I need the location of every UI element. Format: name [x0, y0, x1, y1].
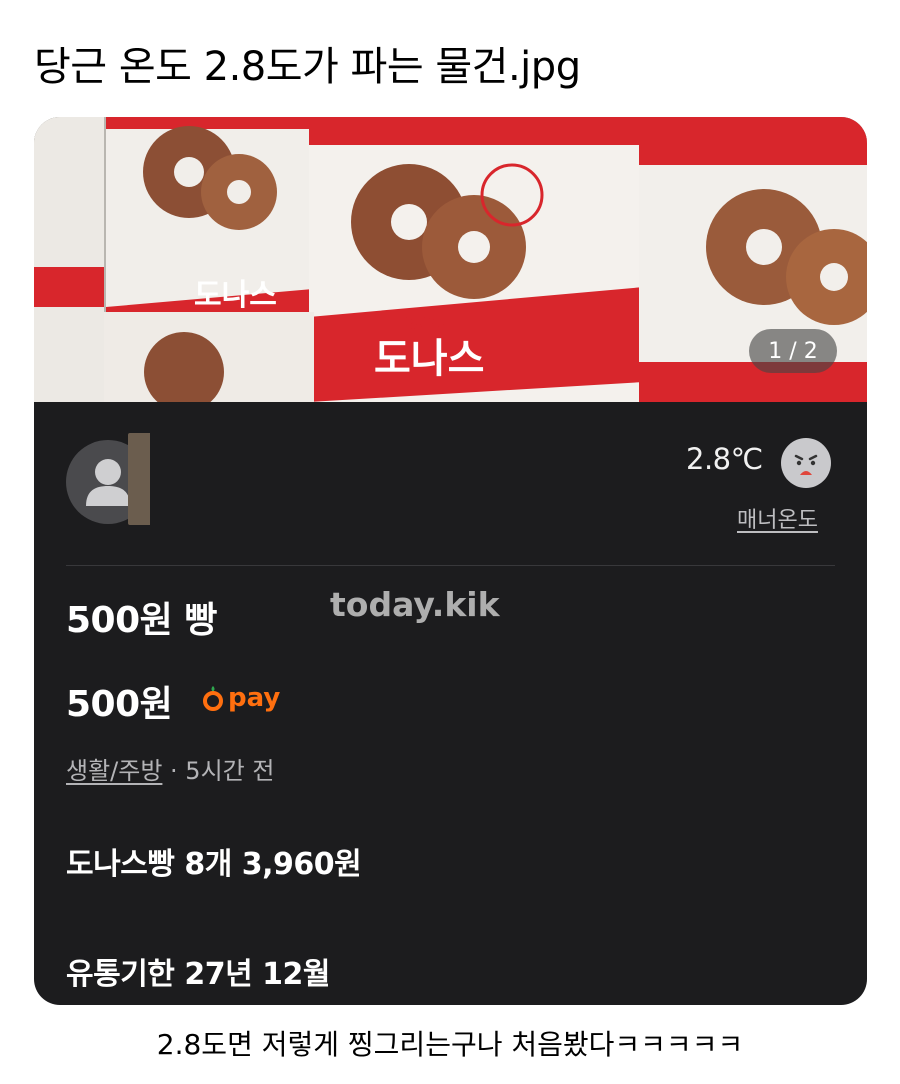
box-label-main: 도나스	[374, 336, 484, 382]
post-caption: 2.8도면 저렇게 찡그리는구나 처음봤다ㅋㅋㅋㅋㅋ	[156, 1028, 744, 1061]
description-line: 도나스빵 8개 3,960원	[66, 847, 362, 882]
pay-badge: pay	[202, 680, 280, 716]
watermark: today.kik	[330, 585, 500, 624]
post-title: 당근 온도 2.8도가 파는 물건.jpg	[34, 44, 581, 90]
donut-boxes-image: 도나스 추억의 도나스	[34, 117, 867, 402]
avatar-overlay-sticker	[128, 433, 150, 525]
frowning-face-icon	[781, 438, 831, 488]
listing-meta: 생활/주방 · 5시간 전	[66, 751, 274, 786]
photo-page-indicator: 1 / 2	[749, 329, 837, 373]
product-price: 500원	[66, 684, 173, 725]
posted-time: · 5시간 전	[170, 757, 275, 785]
description-line: 유통기한 27년 12월	[66, 957, 331, 992]
box-label-small: 추억의	[404, 313, 459, 337]
manner-temperature-value: 2.8℃	[686, 442, 763, 476]
divider	[66, 565, 835, 566]
product-title: 500원 빵	[66, 600, 217, 641]
listing-card: 도나스 추억의 도나스 1 / 2 2.8℃ 매너온도 500원 빵 today…	[34, 117, 867, 1005]
carrot-pay-icon	[203, 686, 223, 711]
box-label: 도나스	[194, 278, 277, 313]
manner-temperature-link[interactable]: 매너온도	[737, 502, 818, 534]
category-link[interactable]: 생활/주방	[66, 757, 162, 785]
pay-label: pay	[228, 683, 281, 713]
product-photo[interactable]: 도나스 추억의 도나스 1 / 2	[34, 117, 867, 402]
